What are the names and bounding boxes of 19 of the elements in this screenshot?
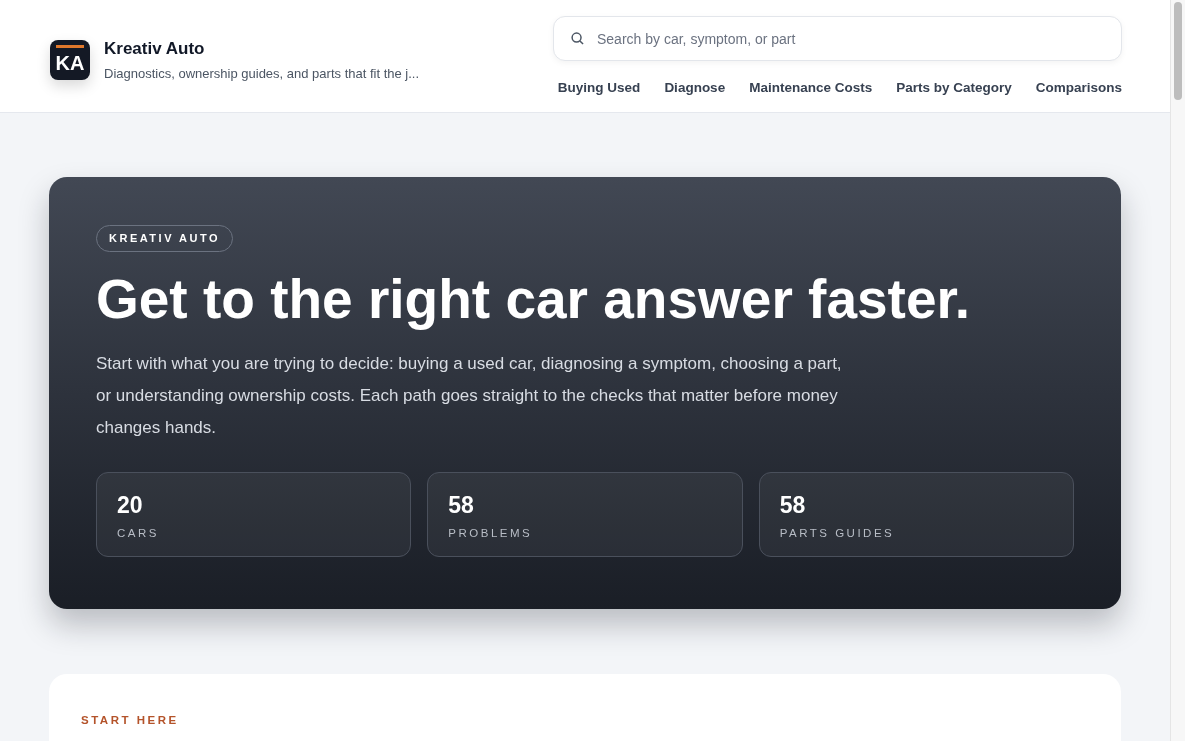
brand-name: Kreativ Auto (104, 38, 206, 60)
section-eyebrow: START HERE (81, 714, 179, 726)
stat-value: 58 (779, 490, 807, 519)
stat-value: 58 (448, 490, 475, 519)
stat-value: 20 (117, 490, 144, 519)
nav-link[interactable]: Diagnose (664, 78, 726, 99)
stat-label: PROBLEMS (448, 525, 534, 541)
hero-description: Start with what you are trying to decide: buying a used car, diagnosing a symptom, choosing a part, or understanding ownership costs. Each path goes straight to the checks that matter before money changes hands. (96, 352, 843, 439)
search-icon (571, 32, 584, 45)
logo: KA (50, 39, 90, 80)
search-field[interactable]: Search by car, symptom, or part (553, 16, 1122, 61)
tagline: Diagnostics, ownership guides, and parts that fit the j... (104, 64, 420, 83)
stat-label: PARTS GUIDES (779, 525, 896, 541)
nav-link[interactable]: Parts by Category (896, 78, 1012, 99)
stat-label: CARS (117, 525, 160, 541)
nav-link[interactable]: Comparisons (1035, 78, 1122, 99)
nav-link[interactable]: Maintenance Costs (749, 78, 873, 99)
hero-title: Get to the right car answer faster. (96, 266, 972, 332)
nav-link[interactable]: Buying Used (557, 78, 641, 99)
